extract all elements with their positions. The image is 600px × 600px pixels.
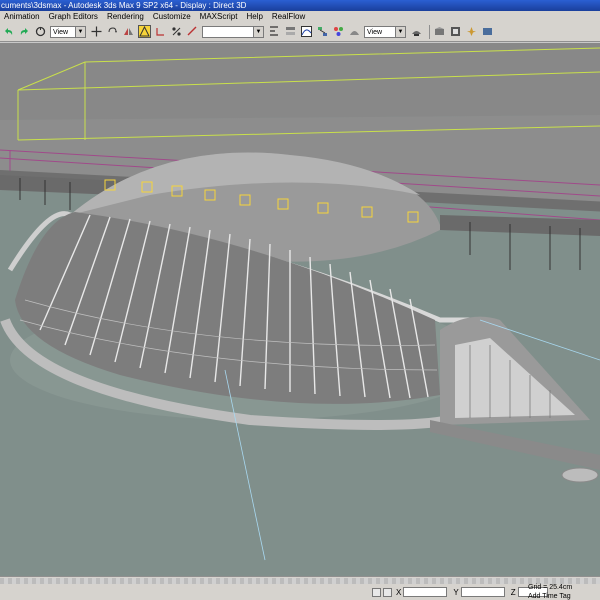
main-toolbar: View ▼ ▼ View ▼ xyxy=(0,22,600,42)
material-editor-icon[interactable] xyxy=(332,25,345,38)
y-label: Y xyxy=(453,587,459,597)
environment-icon[interactable] xyxy=(449,25,462,38)
select-link-icon[interactable] xyxy=(34,25,47,38)
schematic-icon[interactable] xyxy=(316,25,329,38)
redo-icon[interactable] xyxy=(18,25,31,38)
layer-icon[interactable] xyxy=(284,25,297,38)
select-move-icon[interactable] xyxy=(90,25,103,38)
menu-help[interactable]: Help xyxy=(242,12,267,21)
quick-render-icon[interactable] xyxy=(410,25,423,38)
coordinate-row: X Y Z xyxy=(0,584,600,600)
render-view-value: View xyxy=(367,28,383,36)
add-time-tag-button[interactable]: Add Time Tag xyxy=(528,593,571,600)
angle-snap-icon[interactable] xyxy=(154,25,167,38)
chevron-down-icon: ▼ xyxy=(395,26,405,37)
scene-render xyxy=(0,43,600,576)
status-bar: X Y Z Grid = 25.4cm Add Time Tag xyxy=(0,576,600,600)
lock-icon[interactable] xyxy=(372,587,381,597)
teapot-icon[interactable] xyxy=(433,25,446,38)
curve-editor-icon[interactable] xyxy=(300,25,313,38)
z-label: Z xyxy=(510,587,516,597)
grid-size-readout: Grid = 25.4cm xyxy=(528,584,573,591)
title-bar: cuments\3dsmax - Autodesk 3ds Max 9 SP2 … xyxy=(0,0,600,11)
menu-customize[interactable]: Customize xyxy=(149,12,196,21)
menu-rendering[interactable]: Rendering xyxy=(103,12,149,21)
mirror-icon[interactable] xyxy=(122,25,135,38)
render-frame-icon[interactable] xyxy=(481,25,494,38)
absolute-mode-icon[interactable] xyxy=(383,587,392,597)
snap-toggle-icon[interactable] xyxy=(138,25,151,38)
chevron-down-icon: ▼ xyxy=(253,26,263,37)
perspective-viewport[interactable] xyxy=(0,43,600,576)
select-rotate-icon[interactable] xyxy=(106,25,119,38)
menu-graph-editors[interactable]: Graph Editors xyxy=(45,12,103,21)
named-selection-dropdown[interactable]: ▼ xyxy=(202,25,264,38)
menu-maxscript[interactable]: MAXScript xyxy=(196,12,243,21)
percent-snap-icon[interactable] xyxy=(170,25,183,38)
align-icon[interactable] xyxy=(268,25,281,38)
menu-realflow[interactable]: RealFlow xyxy=(268,12,310,21)
window-title: cuments\3dsmax - Autodesk 3ds Max 9 SP2 … xyxy=(1,1,247,10)
menu-animation[interactable]: Animation xyxy=(0,12,45,21)
x-coordinate-field[interactable] xyxy=(403,587,448,597)
effects-icon[interactable] xyxy=(465,25,478,38)
spinner-snap-icon[interactable] xyxy=(186,25,199,38)
y-coordinate-field[interactable] xyxy=(460,587,505,597)
reference-coordinate-dropdown[interactable]: View ▼ xyxy=(50,25,86,38)
chevron-down-icon: ▼ xyxy=(75,26,85,37)
toolbar-separator xyxy=(429,24,430,39)
render-setup-icon[interactable] xyxy=(348,25,361,38)
3dsmax-window: cuments\3dsmax - Autodesk 3ds Max 9 SP2 … xyxy=(0,0,600,600)
render-view-dropdown[interactable]: View ▼ xyxy=(364,25,406,38)
reference-coordinate-value: View xyxy=(53,28,69,36)
undo-icon[interactable] xyxy=(2,25,15,38)
x-label: X xyxy=(396,587,402,597)
